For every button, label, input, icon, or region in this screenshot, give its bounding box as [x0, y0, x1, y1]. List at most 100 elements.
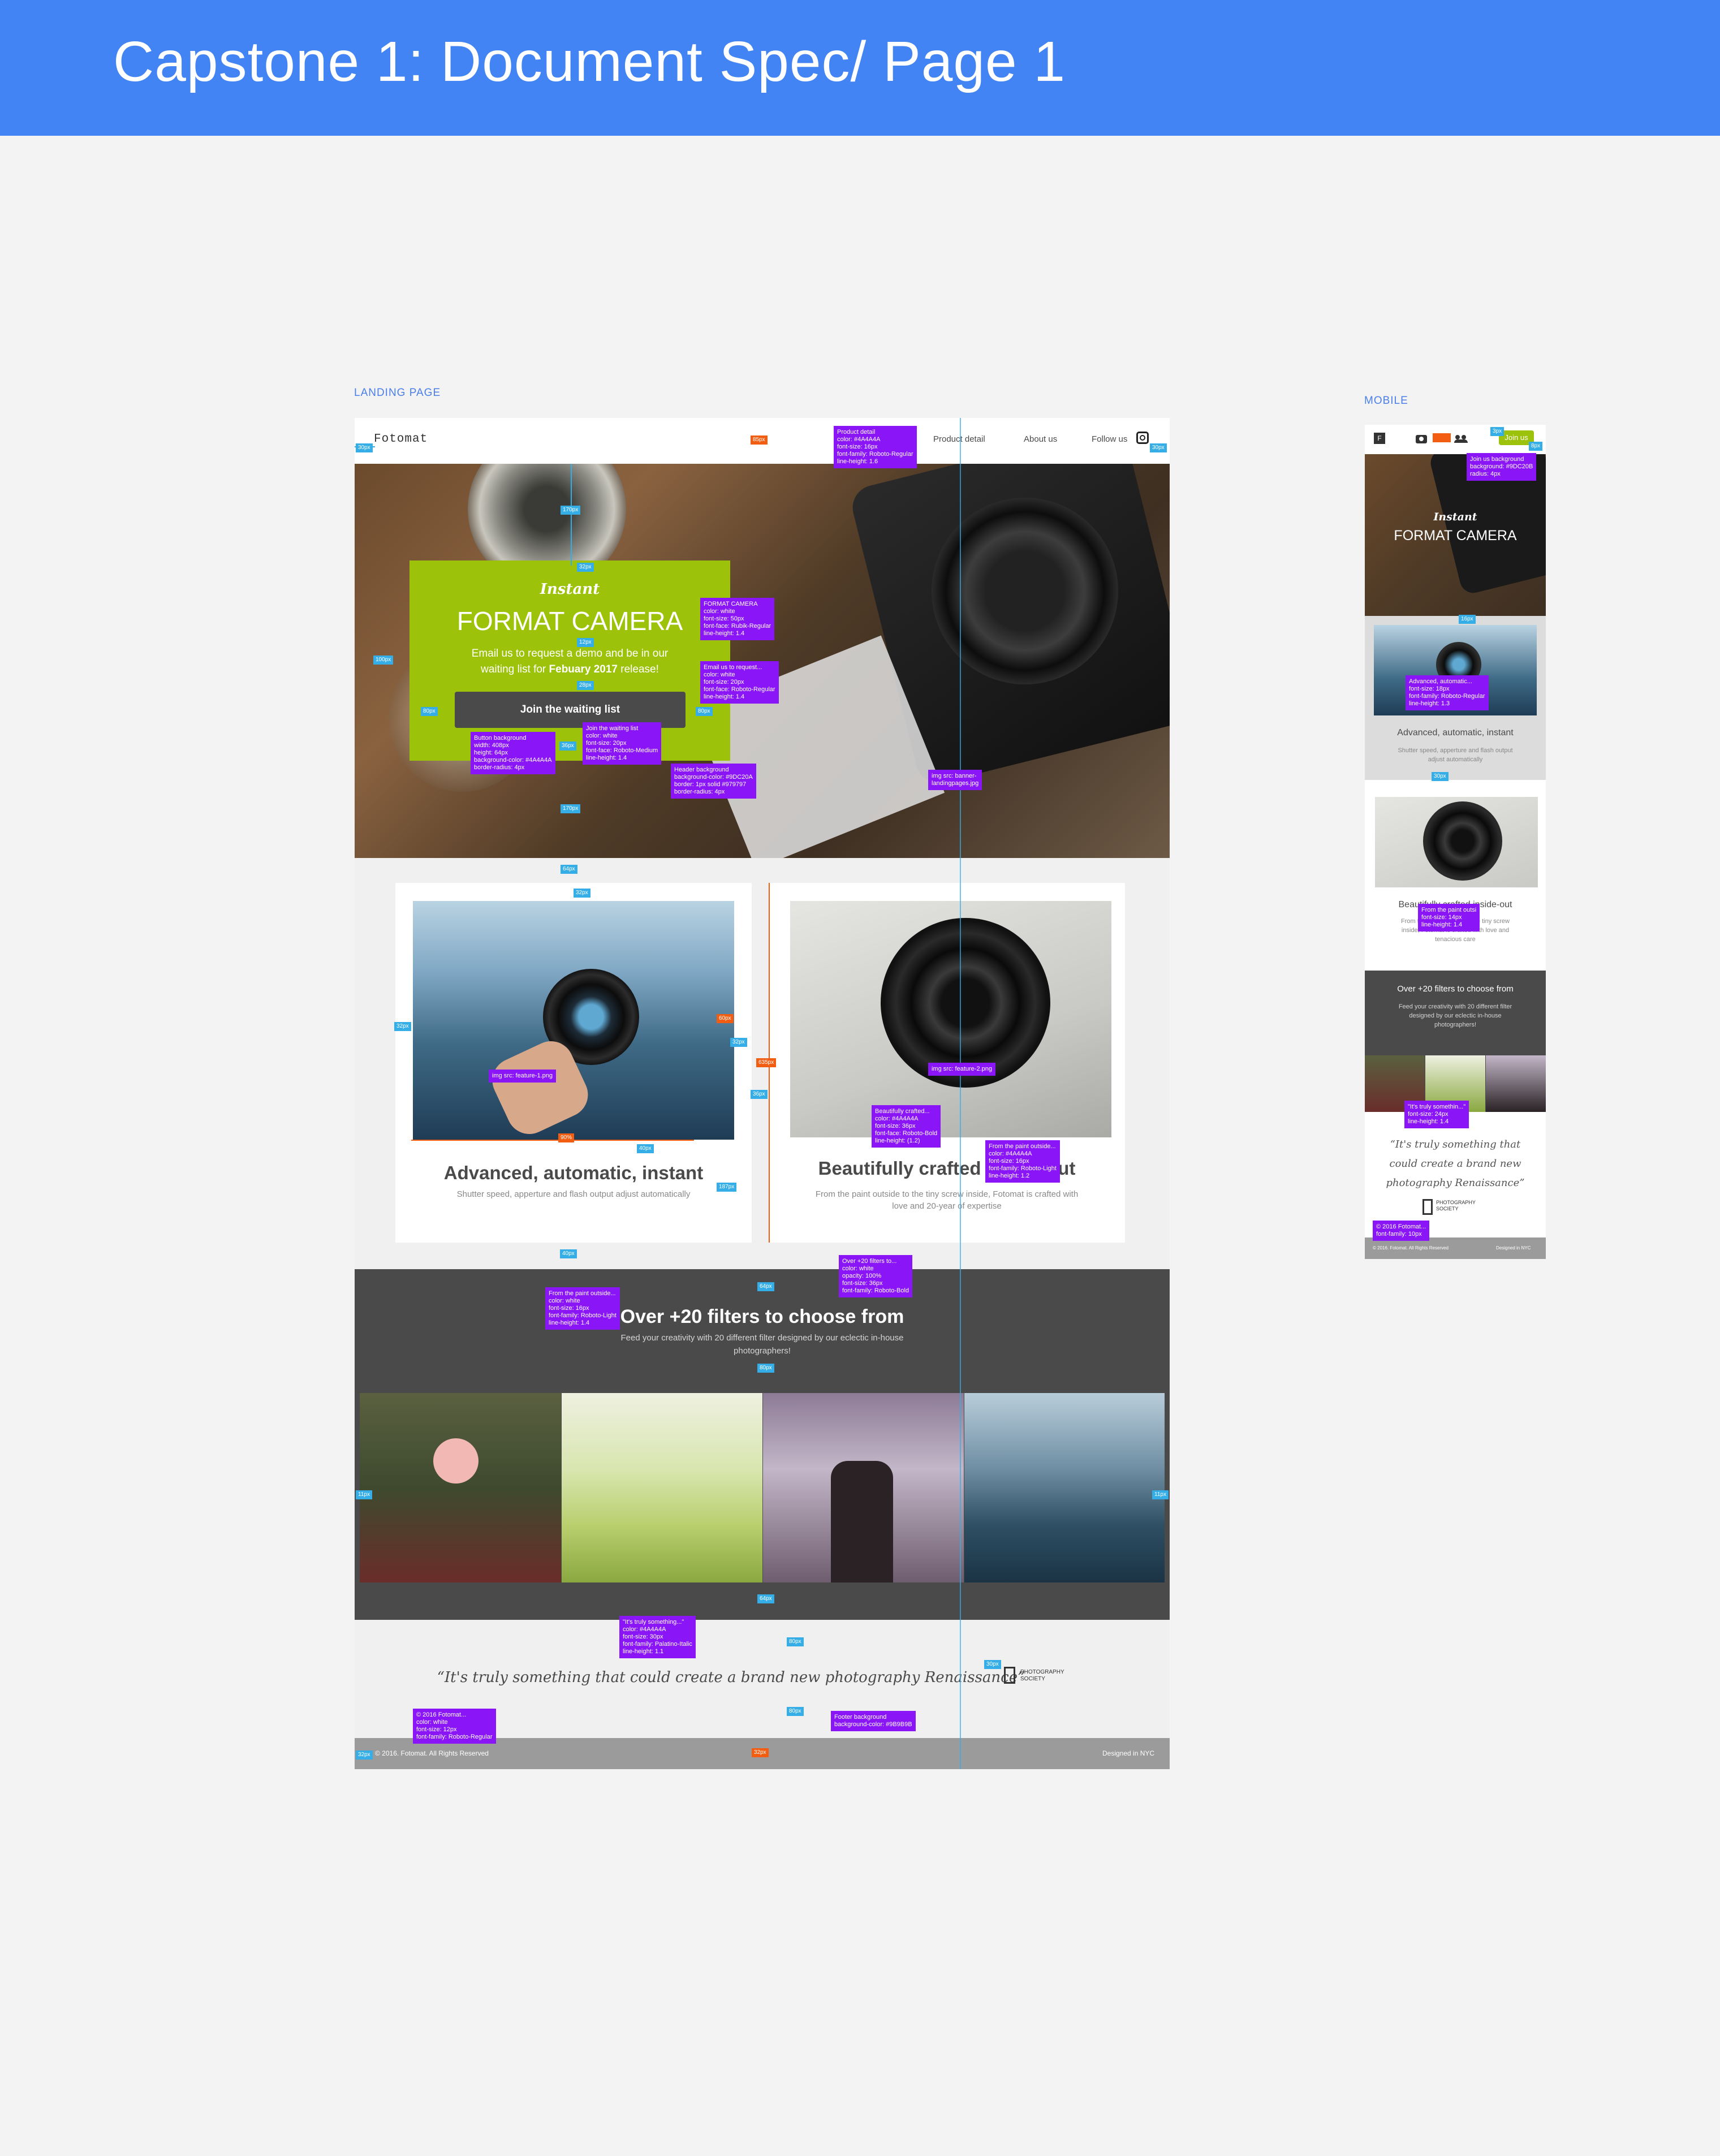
guide-line [411, 1140, 694, 1141]
spec-mobile-advanced: Advanced, automatic... font-size: 18px f… [1406, 675, 1489, 710]
mobile-society-logo-icon [1422, 1199, 1433, 1215]
spec-mobile-paint: From the paint outsi font-size: 14px lin… [1418, 904, 1480, 932]
measure-32: 32px [752, 1748, 769, 1757]
nav-about-us[interactable]: About us [1024, 434, 1057, 444]
mobile-filters: Over +20 filters to choose from Feed you… [1365, 971, 1546, 1112]
measure-80: 80px [696, 707, 713, 716]
mobile-feature-1-title: Advanced, automatic, instant [1397, 728, 1514, 738]
filter-photo-4 [964, 1393, 1165, 1582]
measure-16: 16px [1459, 615, 1476, 624]
hero-script-instant: Instant [540, 581, 600, 598]
center-guide-line [960, 418, 961, 1769]
measure-64: 64px [757, 1594, 774, 1603]
mobile-feature-2-image [1375, 797, 1538, 887]
feature-2-text-line2: love and 20-year of expertise [892, 1201, 1002, 1211]
spec-paint-outside-white: From the paint outside... color: white f… [545, 1287, 620, 1330]
measure-30: 30px [356, 443, 373, 452]
mobile-filters-title: Over +20 filters to choose from [1397, 984, 1514, 994]
measure-64: 64px [561, 865, 577, 874]
mobile-filters-text-1: Feed your creativity with 20 different f… [1398, 1003, 1512, 1010]
mobile-society-logo-text: PHOTOGRAPHY SOCIETY [1436, 1200, 1476, 1211]
spec-product-detail: Product detail color: #4A4A4A font-size:… [834, 426, 917, 468]
measure-32: 32px [730, 1038, 747, 1047]
nav-product-detail[interactable]: Product detail [933, 434, 985, 444]
feature-2-text-line1: From the paint outside to the tiny screw… [815, 1189, 1079, 1199]
mobile-feature-1-text-2: adjust automatically [1428, 756, 1483, 763]
spec-button-background: Button background width: 408px height: 6… [471, 732, 555, 774]
measure-64: 64px [757, 1282, 774, 1291]
measure-80: 80px [787, 1637, 804, 1646]
mobile-measure-tag [1433, 433, 1451, 442]
measure-170: 170px [561, 804, 581, 813]
measure-32: 32px [394, 1022, 411, 1031]
mobile-hero-title: FORMAT CAMERA [1394, 528, 1517, 544]
people-icon[interactable] [1454, 435, 1468, 443]
footer-copyright: © 2016. Fotomat. All Rights Reserved [375, 1749, 489, 1757]
guide-line [571, 464, 572, 566]
filters-title: Over +20 filters to choose from [620, 1306, 904, 1327]
filters-section: Over +20 filters to choose from Feed you… [355, 1269, 1170, 1620]
hero-card: Instant FORMAT CAMERA Email us to reques… [409, 560, 730, 761]
landing-page-label: LANDING PAGE [354, 387, 441, 399]
hero-subtitle-line1: Email us to request a demo and be in our [471, 648, 669, 659]
mobile-footer-designed: Designed in NYC [1496, 1245, 1531, 1251]
hero-subtitle-line2: waiting list for Febuary 2017 release! [481, 663, 659, 675]
filters-subtitle-line1: Feed your creativity with 20 different f… [620, 1333, 904, 1343]
measure-80: 80px [421, 707, 438, 716]
filters-subtitle-line2: photographers! [734, 1346, 791, 1356]
spec-format-camera: FORMAT CAMERA color: white font-size: 50… [700, 598, 775, 640]
filter-photo-2 [562, 1393, 762, 1582]
mobile-hero-script: Instant [1433, 511, 1477, 523]
mobile-footer-copyright: © 2016. Fotomat. All Rights Reserved [1373, 1245, 1449, 1251]
spec-feature-2-image: img src: feature-2.png [928, 1063, 995, 1076]
measure-36: 36px [559, 741, 576, 751]
measure-40: 40px [560, 1249, 577, 1258]
measure-30: 30px [984, 1660, 1001, 1669]
measure-635: 635px [756, 1058, 777, 1067]
spec-over-20-filters: Over +20 filters to... color: white opac… [839, 1255, 912, 1297]
measure-90-percent: 90% [558, 1133, 575, 1142]
mobile-filter-photo-3 [1486, 1055, 1546, 1112]
mobile-label: MOBILE [1364, 395, 1408, 407]
mobile-navbar: F Join us [1365, 425, 1546, 454]
footer-designed-in: Designed in NYC [1102, 1749, 1155, 1757]
photography-society-logo-text: PHOTOGRAPHY SOCIETY [1020, 1669, 1064, 1682]
document-title: Capstone 1: Document Spec/ Page 1 [113, 30, 1066, 93]
spec-mobile-footer: © 2016 Fotomat... font-family: 10px [1373, 1221, 1430, 1241]
spec-email-us: Email us to request... color: white font… [700, 661, 779, 704]
spec-footer-background: Footer background background-color: #9B9… [831, 1711, 916, 1731]
measure-60: 60px [717, 1014, 734, 1023]
measure-80: 80px [757, 1364, 774, 1373]
spec-feature-1-image: img src: feature-1.png [489, 1070, 556, 1083]
measure-3: 3px [1490, 427, 1505, 436]
nav-follow-us[interactable]: Follow us [1092, 434, 1127, 444]
measure-32: 32px [574, 889, 590, 898]
feature-2-title: Beautifully crafted inside-out [818, 1158, 1076, 1179]
filter-photo-1 [360, 1393, 561, 1582]
instagram-icon[interactable] [1136, 432, 1149, 444]
feature-1-text: Shutter speed, apperture and flash outpu… [456, 1189, 691, 1199]
landing-page-mockup: Fotomat Product detail About us Follow u… [355, 418, 1170, 1769]
spec-header-background: Header background background-color: #9DC… [671, 764, 756, 799]
mobile-logo[interactable]: F [1374, 433, 1385, 444]
measure-36: 36px [751, 1090, 768, 1099]
mobile-feature-2: Beautifully crafted inside-out From the … [1365, 788, 1546, 960]
measure-11: 11px [356, 1490, 372, 1499]
measure-12: 12px [577, 638, 594, 647]
measure-8: 8px [1529, 442, 1543, 451]
measure-11: 11px [1152, 1490, 1169, 1499]
measure-187: 187px [717, 1183, 737, 1192]
camera-icon[interactable] [1416, 435, 1427, 443]
measure-28: 28px [577, 681, 594, 690]
spec-paint-outside: From the paint outside... color: #4A4A4A… [985, 1140, 1060, 1183]
feature-1-title: Advanced, automatic, instant [443, 1162, 704, 1183]
spec-banner-image: img src: banner- landingpages.jpg [928, 770, 982, 790]
feature-2-image [790, 901, 1111, 1137]
mobile-feature-2-text-3: tenacious care [1435, 936, 1476, 943]
fotomat-logo[interactable]: Fotomat [374, 433, 428, 446]
measure-32: 32px [356, 1750, 373, 1760]
measure-30: 30px [1150, 443, 1167, 452]
spec-footer-copyright: © 2016 Fotomat... color: white font-size… [413, 1709, 496, 1744]
spec-mobile-join-us: Join us background background: #9DC20B r… [1467, 453, 1537, 481]
spec-beautifully-crafted: Beautifully crafted... color: #4A4A4A fo… [872, 1105, 941, 1148]
